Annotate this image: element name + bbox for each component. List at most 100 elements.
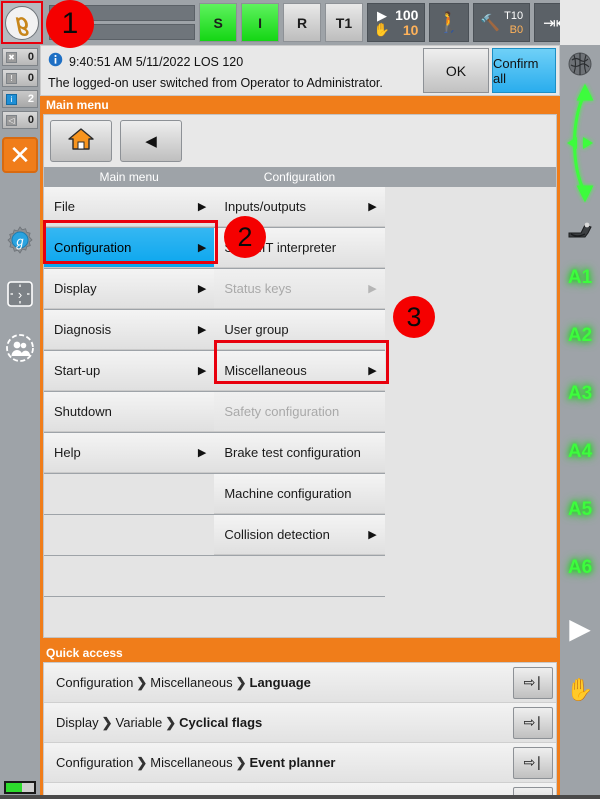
menu-column-filler <box>44 597 215 637</box>
menu-item-status-keys: Status keys ▶ <box>214 269 385 309</box>
menu-item-configuration[interactable]: Configuration ▶ <box>44 228 215 268</box>
manual-mode-button[interactable]: 🚶 <box>429 3 470 42</box>
menu-item-label: File <box>54 199 75 214</box>
ok-button[interactable]: OK <box>423 48 489 93</box>
path-separator: ❯ <box>136 754 148 770</box>
menu-column-filler <box>44 515 215 555</box>
menu-item-label: Safety configuration <box>224 404 340 419</box>
error-count: 0 <box>27 51 34 63</box>
menu-item-start-up[interactable]: Start-up ▶ <box>44 351 215 391</box>
column-headers: Main menu Configuration <box>44 167 556 187</box>
menu-item-shutdown[interactable]: Shutdown <box>44 392 215 432</box>
menu-item-label: Brake test configuration <box>224 445 361 460</box>
warning-counter[interactable]: ! 0 <box>2 69 38 87</box>
quick-access-row[interactable]: Display ❯ Variable ❯ Cyclical flags ⇨∣ <box>44 703 556 743</box>
warning-icon: ! <box>6 72 17 84</box>
menu-item-label: Start-up <box>54 363 101 378</box>
home-icon <box>68 127 94 155</box>
jog-direction-icon[interactable] <box>560 83 600 203</box>
axis-a4-button[interactable]: A4 <box>560 423 600 481</box>
back-button[interactable]: ◀ <box>120 120 182 162</box>
menu-column-filler <box>44 474 215 514</box>
chevron-right-icon: ▶ <box>197 201 207 213</box>
pin-icon[interactable]: ⇨∣ <box>513 706 553 739</box>
override-program-value: 100 <box>395 6 419 23</box>
axis-a1-button[interactable]: A1 <box>560 249 600 307</box>
axis-a3-button[interactable]: A3 <box>560 365 600 423</box>
menu-column-filler <box>44 556 215 596</box>
close-button[interactable]: ✕ <box>2 137 38 173</box>
i-button[interactable]: I <box>241 3 280 42</box>
s-button[interactable]: S <box>199 3 238 42</box>
menu-item-label: Collision detection <box>224 527 330 542</box>
r-button[interactable]: R <box>283 3 321 42</box>
column-header-main-menu: Main menu <box>99 170 159 184</box>
info-counter[interactable]: i 2 <box>2 90 38 108</box>
wait-count: 0 <box>27 114 34 126</box>
tool-base-button[interactable]: 🔨 T10 B0 <box>473 3 531 42</box>
axis-a6-button[interactable]: A6 <box>560 539 600 597</box>
path-target: Cyclical flags <box>179 714 263 730</box>
menu-item-label: Display <box>54 281 97 296</box>
override-values: 100 10 <box>395 6 419 38</box>
chevron-right-icon: ▶ <box>197 365 207 377</box>
robot-selection-button[interactable]: ℊ <box>1 1 43 44</box>
wait-counter[interactable]: ◁ 0 <box>2 111 38 129</box>
svg-text:ℊ: ℊ <box>13 234 26 250</box>
t1-button[interactable]: T1 <box>324 3 363 42</box>
path-separator: ❯ <box>165 714 177 730</box>
quick-access-panel: Configuration ❯ Miscellaneous ❯ Language ⇨∣ … <box>43 662 557 799</box>
main-menu-frame: Main menu ◀ Main menu Configuration File… <box>40 96 560 799</box>
menu-item-label: User group <box>224 322 289 337</box>
quick-access-path: Configuration ❯ Miscellaneous ❯ Language <box>56 675 311 691</box>
clock-icon[interactable]: › <box>0 279 40 309</box>
user-group-icon[interactable] <box>0 333 40 363</box>
right-sidebar-top-spacer <box>560 0 600 45</box>
menu-item-collision-detection[interactable]: Collision detection ▶ <box>214 515 385 555</box>
menu-item-diagnosis[interactable]: Diagnosis ▶ <box>44 310 215 350</box>
menu-item-brake-test-configuration[interactable]: Brake test configuration <box>214 433 385 473</box>
menu-toolbar: ◀ <box>44 115 556 167</box>
play-icon[interactable]: ▶ <box>560 597 600 659</box>
menu-item-file[interactable]: File ▶ <box>44 187 215 227</box>
axis-a5-button[interactable]: A5 <box>560 481 600 539</box>
robot-tool-icon[interactable] <box>560 203 600 249</box>
tool-base-values: T10 B0 <box>504 9 523 37</box>
menu-item-safety-configuration: Safety configuration <box>214 392 385 432</box>
confirm-all-button[interactable]: Confirm all <box>492 48 556 93</box>
notification-timestamp: 9:40:51 AM 5/11/2022 LOS 120 <box>69 54 244 69</box>
error-counter[interactable]: ✖ 0 <box>2 48 38 66</box>
hand-icon[interactable]: ✋ <box>560 659 600 721</box>
robot-icon: ℊ <box>4 5 39 40</box>
robot-settings-icon[interactable]: ℊ <box>0 225 40 255</box>
chevron-right-icon: ▶ <box>197 242 207 254</box>
notification-message: The logged-on user switched from Operato… <box>48 75 383 90</box>
override-button[interactable]: ▶ ✋ 100 10 <box>366 3 426 42</box>
tool-icon: 🔨 <box>480 14 501 32</box>
menu-item-help[interactable]: Help ▶ <box>44 433 215 473</box>
menu-item-label: Help <box>54 445 81 460</box>
path-target: Language <box>249 674 311 690</box>
menu-item-user-group[interactable]: User group <box>214 310 385 350</box>
home-button[interactable] <box>50 120 112 162</box>
world-icon[interactable] <box>560 45 600 83</box>
annotation-badge-1: 1 <box>46 0 94 48</box>
path-separator: ❯ <box>235 674 247 690</box>
menu-item-miscellaneous[interactable]: Miscellaneous ▶ <box>214 351 385 391</box>
menu-item-machine-configuration[interactable]: Machine configuration <box>214 474 385 514</box>
column-header-configuration: Configuration <box>263 170 336 184</box>
path-separator: ❯ <box>235 754 247 770</box>
pin-icon[interactable]: ⇨∣ <box>513 666 553 699</box>
axis-a2-button[interactable]: A2 <box>560 307 600 365</box>
menu-item-label: Machine configuration <box>224 486 352 501</box>
quick-access-row[interactable]: Configuration ❯ Miscellaneous ❯ Event planne… <box>44 743 556 783</box>
pin-icon[interactable]: ⇨∣ <box>513 746 553 779</box>
path-segment: Configuration <box>56 754 134 770</box>
annotation-badge-3: 3 <box>393 296 435 338</box>
chevron-right-icon: ▶ <box>368 365 377 377</box>
override-manual-value: 10 <box>402 21 419 38</box>
quick-access-row[interactable]: Configuration ❯ Miscellaneous ❯ Language ⇨∣ <box>44 663 556 703</box>
menu-item-display[interactable]: Display ▶ <box>44 269 215 309</box>
play-icon: ▶ <box>376 8 387 23</box>
left-sidebar: ✖ 0 ! 0 i 2 ◁ 0 ✕ ℊ › <box>0 45 40 799</box>
